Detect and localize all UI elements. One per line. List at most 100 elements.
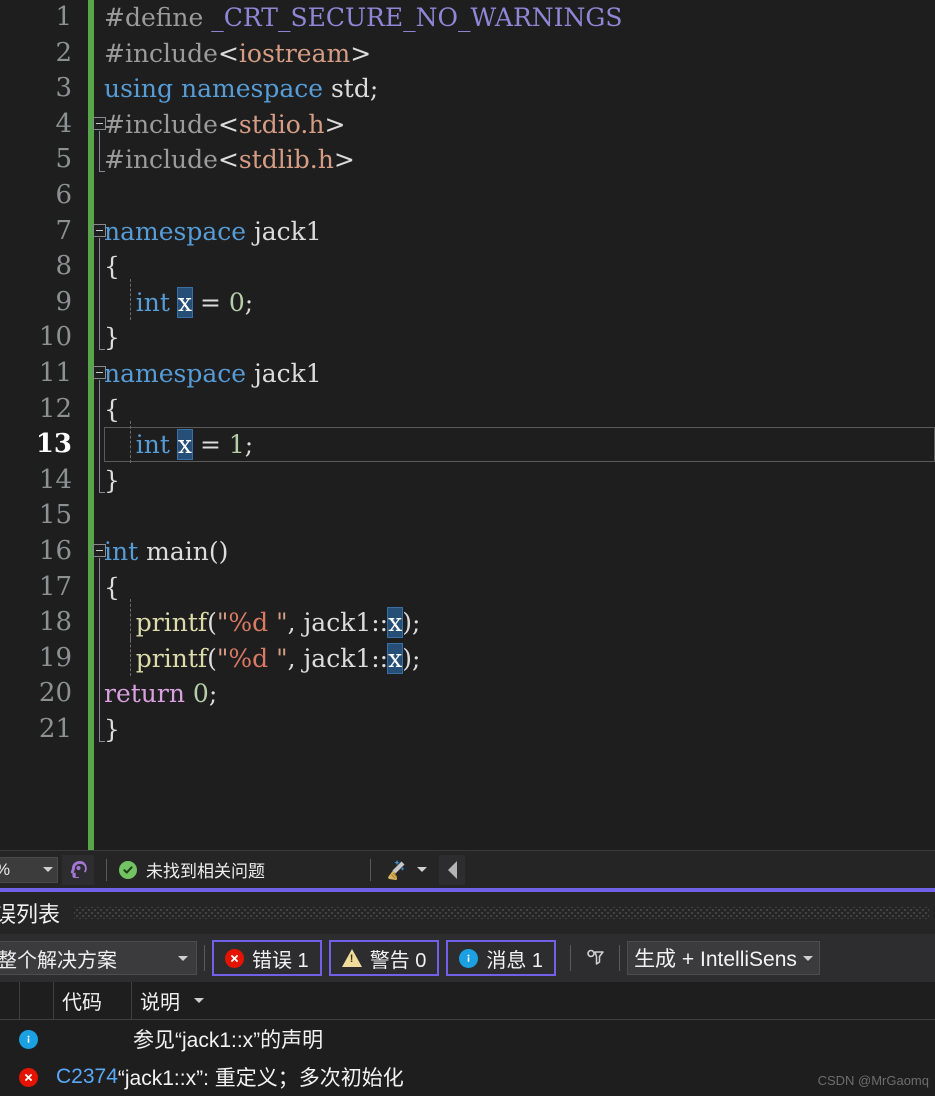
code-line[interactable]: 3 using namespace std; (0, 71, 935, 107)
code-token: _CRT_SECURE_NO_WARNINGS (211, 3, 623, 32)
code-token: 1 (228, 430, 245, 460)
line-number: 3 (55, 73, 72, 104)
code-line[interactable]: 17 { (0, 570, 935, 606)
issue-status-indicator[interactable]: 未找到相关问题 (119, 857, 265, 882)
code-token: ( (207, 608, 217, 638)
code-token: } (104, 323, 120, 353)
code-line[interactable]: 9 int x = 0; (0, 285, 935, 321)
code-token: stdio.h (238, 109, 325, 139)
collapse-panel-button[interactable] (439, 854, 465, 885)
line-number: 8 (55, 251, 72, 282)
code-cleanup-button[interactable] (383, 857, 427, 883)
code-line-text: { (104, 249, 120, 285)
code-line[interactable]: 2 #include<iostream> (0, 36, 935, 72)
code-token: main (146, 536, 209, 566)
code-token: { (104, 394, 120, 424)
line-number: 1 (55, 2, 72, 32)
code-line-text: namespace jack1 (104, 356, 322, 392)
code-token: int (135, 287, 170, 317)
code-line[interactable]: 11 namespace jack1 (0, 356, 935, 392)
code-line[interactable]: 21} (0, 712, 935, 748)
line-number: 10 (38, 322, 72, 353)
code-token: ); (402, 643, 421, 673)
chevron-down-icon (43, 867, 53, 872)
status-separator-1 (106, 858, 107, 881)
code-token: x (177, 430, 193, 460)
info-circle-icon (459, 948, 479, 968)
line-number: 17 (38, 571, 72, 602)
line-number: 13 (35, 429, 72, 460)
code-token: , jack1:: (287, 643, 389, 673)
code-lines-container[interactable]: 1 #define _CRT_SECURE_NO_WARNINGS 2 #includ… (0, 0, 935, 747)
line-number: 9 (55, 286, 72, 317)
code-token: #include (104, 109, 218, 139)
code-editor[interactable]: 1 #define _CRT_SECURE_NO_WARNINGS 2 #includ… (0, 0, 935, 850)
warnings-filter-button[interactable]: 警告 0 (328, 940, 440, 976)
code-line-text: #define _CRT_SECURE_NO_WARNINGS (104, 0, 623, 36)
filter-button[interactable] (578, 941, 612, 975)
code-line[interactable]: 14} (0, 463, 935, 499)
error-list-rows[interactable]: 参见“jack1::x”的声明 C2374 “jack1::x”: 重定义；多次初始… (0, 1020, 935, 1096)
code-token: 0 (192, 679, 209, 709)
toolbar-separator-1 (204, 945, 205, 971)
code-token: > (324, 109, 346, 139)
code-token: x (388, 608, 403, 638)
code-line[interactable]: 20 return 0; (0, 676, 935, 712)
row-code[interactable]: C2374 (56, 1065, 118, 1089)
column-header-code[interactable]: 代码 (54, 981, 132, 1020)
intellicode-button[interactable] (62, 854, 94, 885)
code-line[interactable]: 1 #define _CRT_SECURE_NO_WARNINGS (0, 0, 935, 36)
code-token: int (135, 430, 170, 460)
line-number: 11 (38, 357, 72, 388)
code-line[interactable]: 6 (0, 178, 935, 214)
code-line[interactable]: 16 int main() (0, 534, 935, 570)
toolbar-separator-3 (619, 945, 621, 971)
chevron-down-icon (178, 955, 188, 961)
code-line[interactable]: 18 printf("%d ", jack1::x); (0, 605, 935, 641)
code-line[interactable]: 12 { (0, 392, 935, 428)
code-line-text: printf("%d ", jack1::x); (104, 605, 420, 641)
code-line[interactable]: 5 #include<stdlib.h> (0, 142, 935, 178)
messages-filter-button[interactable]: 消息 1 (446, 940, 557, 976)
build-source-dropdown[interactable]: 生成 + IntelliSens (627, 941, 820, 975)
code-line[interactable]: 7 namespace jack1 (0, 214, 935, 250)
code-line[interactable]: 8{ (0, 249, 935, 285)
panel-gripper[interactable] (74, 907, 929, 919)
code-token: { (104, 252, 120, 282)
code-line[interactable]: 10} (0, 320, 935, 356)
code-line[interactable]: 4 #include<stdio.h> (0, 107, 935, 143)
panel-title: 误列表 (0, 902, 61, 927)
error-circle-icon (225, 948, 244, 968)
code-token: iostream (238, 38, 351, 68)
error-list-header[interactable]: 误列表 (0, 892, 935, 934)
code-line[interactable]: 13 int x = 1; (0, 427, 935, 463)
code-token: { (104, 572, 120, 602)
editor-status-bar: % 未找到相关问题 (0, 850, 935, 888)
code-line-text: #include<stdlib.h> (104, 142, 355, 178)
code-line[interactable]: 19 printf("%d ", jack1::x); (0, 641, 935, 677)
code-line-text: int x = 0; (104, 285, 253, 321)
warning-triangle-icon (341, 949, 362, 967)
column-header-description[interactable]: 说明 (132, 982, 935, 1020)
code-line[interactable]: 15 (0, 498, 935, 534)
zoom-level-dropdown[interactable]: % (0, 856, 58, 883)
code-token: x (388, 643, 403, 673)
row-severity-icon (0, 1029, 56, 1049)
errors-filter-button[interactable]: 错误 1 (212, 940, 322, 976)
code-token: using (104, 74, 174, 104)
code-token: " (216, 643, 229, 673)
fold-region-guide (99, 130, 105, 173)
code-token: } (104, 465, 120, 495)
column-header-spacer-2 (20, 981, 54, 1020)
line-number: 19 (38, 642, 72, 673)
line-number: 18 (38, 607, 72, 638)
scope-dropdown[interactable]: 整个解决方案 (0, 941, 197, 975)
line-number: 4 (55, 108, 72, 139)
table-row[interactable]: 参见“jack1::x”的声明 (0, 1020, 935, 1058)
table-row[interactable]: C2374 “jack1::x”: 重定义；多次初始化 (0, 1058, 935, 1096)
code-line-text: } (104, 712, 120, 748)
watermark: CSDN @MrGaomq (817, 1073, 929, 1088)
